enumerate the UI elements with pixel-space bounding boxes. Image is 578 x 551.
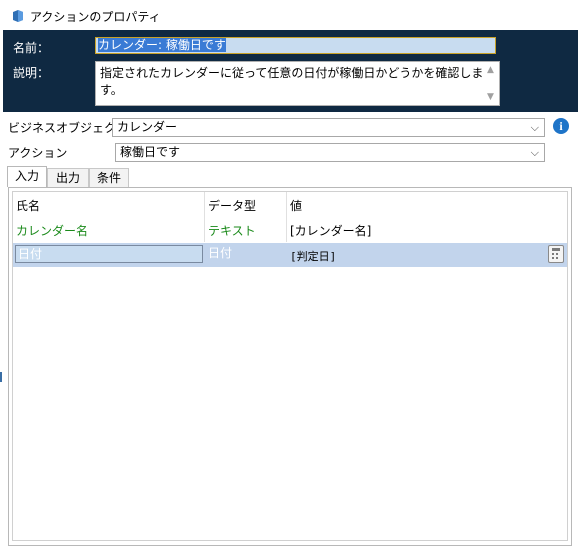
tab-condition[interactable]: 条件: [89, 168, 129, 187]
description-scrollbar[interactable]: ▲ ▼: [484, 63, 498, 104]
tab-output[interactable]: 出力: [47, 168, 89, 187]
tab-input[interactable]: 入力: [7, 166, 47, 187]
calculator-icon[interactable]: [548, 245, 564, 263]
date-name-field[interactable]: 日付: [15, 245, 203, 263]
description-value: 指定されたカレンダーに従って任意の日付が稼働日かどうかを確認します。: [100, 66, 484, 97]
description-label: 説明：: [13, 66, 50, 80]
table-row-selected[interactable]: 日付 日付 [判定日]: [13, 243, 567, 267]
row-date-value[interactable]: [判定日]: [290, 248, 336, 264]
column-header-type[interactable]: データ型: [208, 197, 256, 214]
parameter-grid: 氏名 データ型 値 カレンダー名 テキスト [カレンダー名] 日付 日付 [判定…: [12, 191, 568, 541]
column-header-value[interactable]: 値: [290, 197, 302, 214]
name-label: 名前：: [13, 41, 50, 55]
row-calendar-value[interactable]: [カレンダー名]: [290, 222, 371, 239]
window-title: アクションのプロパティ: [30, 10, 161, 24]
name-field[interactable]: カレンダー: 稼働日です: [95, 37, 496, 54]
header-panel: 名前： カレンダー: 稼働日です 説明： 指定されたカレンダーに従って任意の日付…: [3, 30, 578, 112]
action-label: アクション: [8, 146, 68, 160]
chevron-down-icon: ⌵: [530, 146, 539, 159]
column-separator: [286, 192, 287, 242]
title-bar: アクションのプロパティ: [0, 0, 578, 30]
row-calendar-type: テキスト: [208, 224, 256, 238]
tab-input-label: 入力: [14, 169, 39, 183]
tab-condition-label: 条件: [96, 171, 121, 185]
window-edge-marker: [0, 372, 2, 382]
action-properties-icon: [13, 10, 23, 22]
business-object-dropdown[interactable]: カレンダー ⌵: [112, 118, 545, 137]
scroll-up-icon[interactable]: ▲: [487, 65, 494, 75]
business-object-label: ビジネスオブジェクト: [8, 121, 129, 135]
row-date-type: 日付: [208, 246, 233, 260]
name-value: カレンダー: 稼働日です: [98, 38, 226, 52]
action-value: 稼働日です: [120, 145, 181, 159]
row-calendar-name: カレンダー名: [16, 224, 89, 238]
parameter-grid-panel: 氏名 データ型 値 カレンダー名 テキスト [カレンダー名] 日付 日付 [判定…: [8, 187, 572, 546]
chevron-down-icon: ⌵: [530, 121, 539, 134]
tab-output-label: 出力: [55, 171, 80, 185]
info-icon[interactable]: i: [553, 118, 569, 134]
business-object-value: カレンダー: [117, 120, 178, 134]
column-header-name[interactable]: 氏名: [16, 197, 40, 214]
scroll-down-icon[interactable]: ▼: [487, 92, 494, 102]
description-field[interactable]: 指定されたカレンダーに従って任意の日付が稼働日かどうかを確認します。 ▲ ▼: [95, 61, 500, 106]
row-date-name: 日付: [18, 247, 43, 261]
action-dropdown[interactable]: 稼働日です ⌵: [115, 143, 545, 162]
column-separator: [204, 192, 205, 242]
